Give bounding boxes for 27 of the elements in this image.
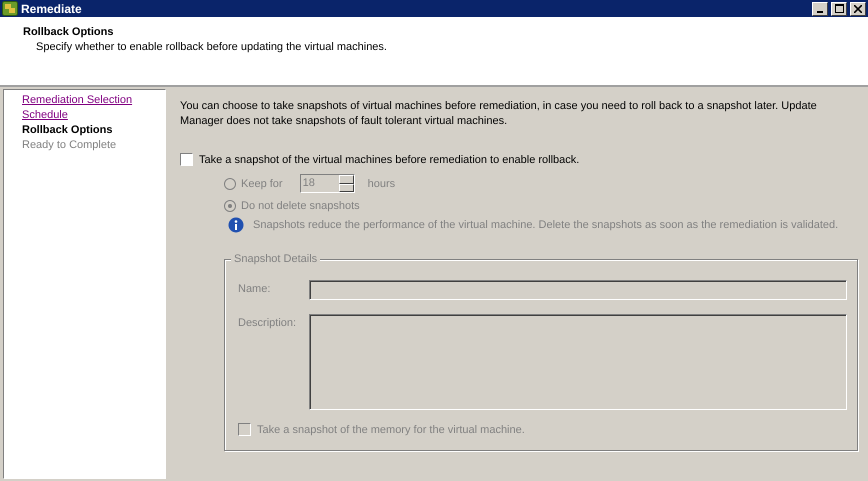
app-icon [2, 1, 18, 16]
window-title: Remediate [21, 2, 82, 16]
unit-label: hours [368, 178, 396, 190]
radio-label: Keep for [241, 178, 283, 190]
wizard-step: Rollback Options [22, 124, 112, 136]
checkbox-label: Take a snapshot of the memory for the virtual machine. [257, 424, 525, 436]
info-icon [228, 217, 244, 233]
radio-label: Do not delete snapshots [241, 200, 360, 212]
close-icon [854, 4, 862, 12]
checkbox-label: Take a snapshot of the virtual machines before remediation to enable rollback. [199, 154, 580, 166]
intro-text: You can choose to take snapshots of virtual machines before remediation, in case you need to roll back to a snapshot later. Update Manager does not take snapshots of fault tolerant virtual machines. [180, 99, 818, 129]
page-title: Rollback Options [23, 26, 114, 38]
wizard-step[interactable]: Schedule [22, 109, 68, 121]
wizard-step: Ready to Complete [22, 139, 116, 151]
close-button[interactable] [850, 2, 866, 16]
info-note: Snapshots reduce the performance of the virtual machine. Delete the snapshots as soon as the remediation is validated. [253, 219, 838, 231]
wizard-step[interactable]: Remediation Selection [22, 94, 132, 106]
maximize-button[interactable] [831, 2, 847, 16]
minimize-button[interactable] [812, 2, 828, 16]
maximize-icon [834, 4, 844, 13]
name-label: Name: [238, 282, 272, 295]
page-subtitle: Specify whether to enable rollback before updating the virtual machines. [36, 41, 387, 53]
group-legend: Snapshot Details [231, 253, 320, 265]
snapshot-checkbox[interactable] [180, 153, 193, 166]
description-label: Description: [238, 316, 298, 329]
minimize-icon [817, 10, 823, 12]
spin-up-button[interactable] [338, 175, 354, 184]
